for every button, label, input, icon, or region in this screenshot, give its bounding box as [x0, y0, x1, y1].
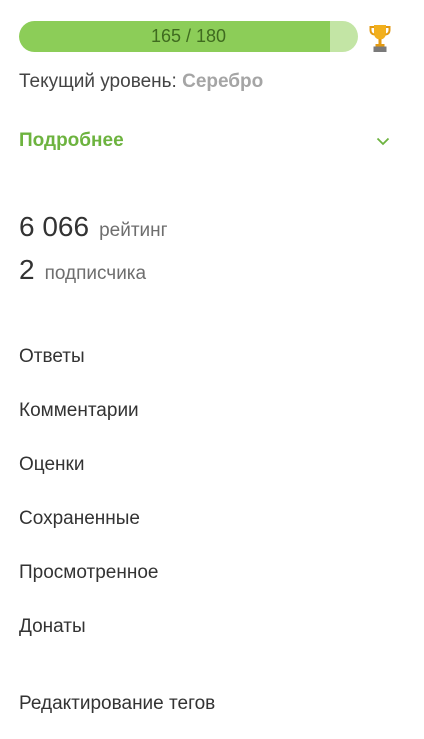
- details-toggle[interactable]: Подробнее: [19, 128, 393, 156]
- menu-item-viewed[interactable]: Просмотренное: [19, 562, 158, 584]
- current-level: Текущий уровень: Серебро: [19, 71, 263, 93]
- rating-label: рейтинг: [99, 220, 168, 241]
- rating-stat: 6 066 рейтинг: [19, 211, 168, 243]
- menu-item-donations[interactable]: Донаты: [19, 616, 86, 638]
- level-progress: 165 / 180: [19, 21, 399, 53]
- subscribers-stat[interactable]: 2 подписчика: [19, 254, 146, 286]
- progress-text: 165 / 180: [150, 26, 227, 46]
- menu-item-comments[interactable]: Комментарии: [19, 400, 139, 422]
- menu-item-answers[interactable]: Ответы: [19, 346, 85, 368]
- menu-item-saved[interactable]: Сохраненные: [19, 508, 140, 530]
- details-label: Подробнее: [19, 130, 124, 151]
- trophy-icon: [369, 25, 391, 52]
- menu-item-ratings[interactable]: Оценки: [19, 454, 84, 476]
- rating-value: 6 066: [19, 211, 90, 242]
- subscribers-label: подписчика: [44, 263, 147, 284]
- subscribers-value: 2: [19, 254, 35, 285]
- current-level-label: Текущий уровень:: [19, 71, 183, 92]
- current-level-value: Серебро: [182, 71, 264, 92]
- chevron-down-icon: [376, 137, 390, 146]
- menu-item-edit-tags[interactable]: Редактирование тегов: [19, 693, 215, 715]
